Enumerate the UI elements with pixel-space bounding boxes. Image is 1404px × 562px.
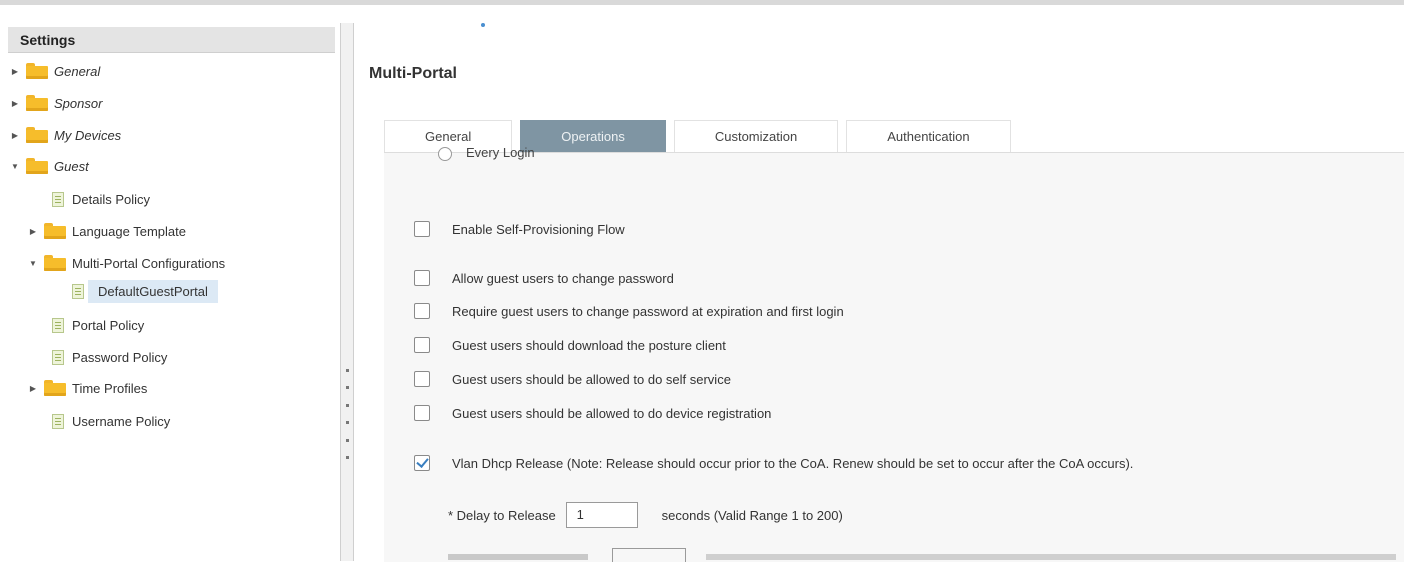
policy-document-icon bbox=[52, 191, 64, 207]
collapse-arrow-icon[interactable]: ▼ bbox=[28, 259, 38, 268]
require-change-password-checkbox[interactable] bbox=[414, 303, 430, 319]
tree-item-label: Password Policy bbox=[72, 349, 168, 365]
folder-icon bbox=[44, 255, 66, 271]
option-change-password[interactable]: Allow guest users to change password bbox=[414, 270, 674, 286]
delay-to-release-row: * Delay to Release 1 seconds (Valid Rang… bbox=[448, 502, 843, 528]
expand-arrow-icon[interactable]: ▶ bbox=[10, 67, 20, 76]
main-content: Multi-Portal General Operations Customiz… bbox=[354, 5, 1404, 562]
folder-icon bbox=[26, 158, 48, 174]
expand-arrow-icon[interactable]: ▶ bbox=[28, 384, 38, 393]
tree-item-password-policy[interactable]: Password Policy bbox=[52, 343, 167, 371]
delay-to-release-label: * Delay to Release bbox=[448, 507, 556, 523]
every-login-radio[interactable] bbox=[438, 147, 452, 161]
tree-item-label: Guest bbox=[54, 158, 89, 174]
change-password-checkbox[interactable] bbox=[414, 270, 430, 286]
tree-item-label: Details Policy bbox=[72, 191, 151, 207]
option-label: Enable Self-Provisioning Flow bbox=[452, 221, 625, 237]
option-label: Vlan Dhcp Release (Note: Release should … bbox=[452, 455, 1134, 471]
tree-item-details-policy[interactable]: Details Policy bbox=[52, 185, 150, 213]
tree-item-label: Portal Policy bbox=[72, 317, 145, 333]
option-vlan-dhcp-release[interactable]: Vlan Dhcp Release (Note: Release should … bbox=[414, 455, 1133, 471]
folder-icon bbox=[26, 95, 48, 111]
option-self-service[interactable]: Guest users should be allowed to do self… bbox=[414, 371, 731, 387]
option-posture-client[interactable]: Guest users should download the posture … bbox=[414, 337, 726, 353]
folder-icon bbox=[44, 223, 66, 239]
delay-to-release-hint: seconds (Valid Range 1 to 200) bbox=[661, 507, 843, 523]
option-label: Guest users should download the posture … bbox=[452, 337, 726, 353]
vlan-dhcp-release-checkbox[interactable] bbox=[414, 455, 430, 471]
device-registration-checkbox[interactable] bbox=[414, 405, 430, 421]
self-service-checkbox[interactable] bbox=[414, 371, 430, 387]
expand-arrow-icon[interactable]: ▶ bbox=[10, 131, 20, 140]
truncated-next-row bbox=[448, 544, 1398, 562]
policy-document-icon bbox=[52, 349, 64, 365]
tree-item-label: General bbox=[54, 63, 101, 79]
folder-icon bbox=[44, 380, 66, 396]
policy-document-icon bbox=[52, 317, 64, 333]
option-require-change-password[interactable]: Require guest users to change password a… bbox=[414, 303, 844, 319]
panel-splitter[interactable] bbox=[340, 23, 354, 561]
tab-operations[interactable]: Operations bbox=[520, 120, 666, 152]
tree-item-time-profiles[interactable]: ▶ Time Profiles bbox=[28, 374, 147, 402]
policy-document-icon bbox=[52, 413, 64, 429]
tree-item-default-guest-portal[interactable]: DefaultGuestPortal bbox=[72, 277, 218, 305]
expand-arrow-icon[interactable]: ▶ bbox=[10, 99, 20, 108]
tree-item-label: My Devices bbox=[54, 127, 122, 143]
option-label: Require guest users to change password a… bbox=[452, 303, 844, 319]
settings-tree-header: Settings bbox=[8, 27, 335, 53]
tree-item-multi-portal-configurations[interactable]: ▼ Multi-Portal Configurations bbox=[28, 249, 225, 277]
folder-icon bbox=[26, 127, 48, 143]
option-label: Guest users should be allowed to do self… bbox=[452, 371, 731, 387]
option-device-registration[interactable]: Guest users should be allowed to do devi… bbox=[414, 405, 771, 421]
tree-item-label: Language Template bbox=[72, 223, 186, 239]
every-login-option[interactable]: Every Login bbox=[438, 145, 535, 161]
tree-item-my-devices[interactable]: ▶ My Devices bbox=[10, 121, 121, 149]
tree-item-sponsor[interactable]: ▶ Sponsor bbox=[10, 89, 102, 117]
option-label: Guest users should be allowed to do devi… bbox=[452, 405, 772, 421]
option-self-provisioning[interactable]: Enable Self-Provisioning Flow bbox=[414, 221, 625, 237]
expand-arrow-icon[interactable]: ▶ bbox=[28, 227, 38, 236]
tree-item-label: Sponsor bbox=[54, 95, 103, 111]
collapse-arrow-icon[interactable]: ▼ bbox=[10, 162, 20, 171]
tree-item-portal-policy[interactable]: Portal Policy bbox=[52, 311, 144, 339]
tree-item-label: Time Profiles bbox=[72, 380, 148, 396]
tree-item-guest[interactable]: ▼ Guest bbox=[10, 152, 89, 180]
policy-document-icon bbox=[72, 283, 84, 299]
tab-authentication[interactable]: Authentication bbox=[846, 120, 1011, 152]
self-provisioning-checkbox[interactable] bbox=[414, 221, 430, 237]
tree-item-general[interactable]: ▶ General bbox=[10, 57, 100, 85]
operations-panel: Every Login Enable Self-Provisioning Flo… bbox=[384, 145, 1404, 562]
posture-client-checkbox[interactable] bbox=[414, 337, 430, 353]
tree-item-label: Multi-Portal Configurations bbox=[72, 255, 226, 271]
folder-icon bbox=[26, 63, 48, 79]
drag-handle-icon[interactable] bbox=[346, 369, 349, 459]
tab-customization[interactable]: Customization bbox=[673, 120, 839, 152]
settings-tree-panel: Settings ▶ General ▶ Sponsor ▶ My Device… bbox=[0, 23, 340, 561]
option-label: Allow guest users to change password bbox=[452, 270, 674, 286]
tree-item-username-policy[interactable]: Username Policy bbox=[52, 407, 170, 435]
decorative-dot bbox=[481, 23, 485, 27]
every-login-label: Every Login bbox=[466, 144, 535, 160]
delay-to-release-input[interactable]: 1 bbox=[565, 502, 638, 528]
tree-item-label: Username Policy bbox=[72, 413, 171, 429]
page-title: Multi-Portal bbox=[369, 65, 457, 82]
tree-item-label: DefaultGuestPortal bbox=[88, 279, 218, 303]
tree-item-language-template[interactable]: ▶ Language Template bbox=[28, 217, 186, 245]
